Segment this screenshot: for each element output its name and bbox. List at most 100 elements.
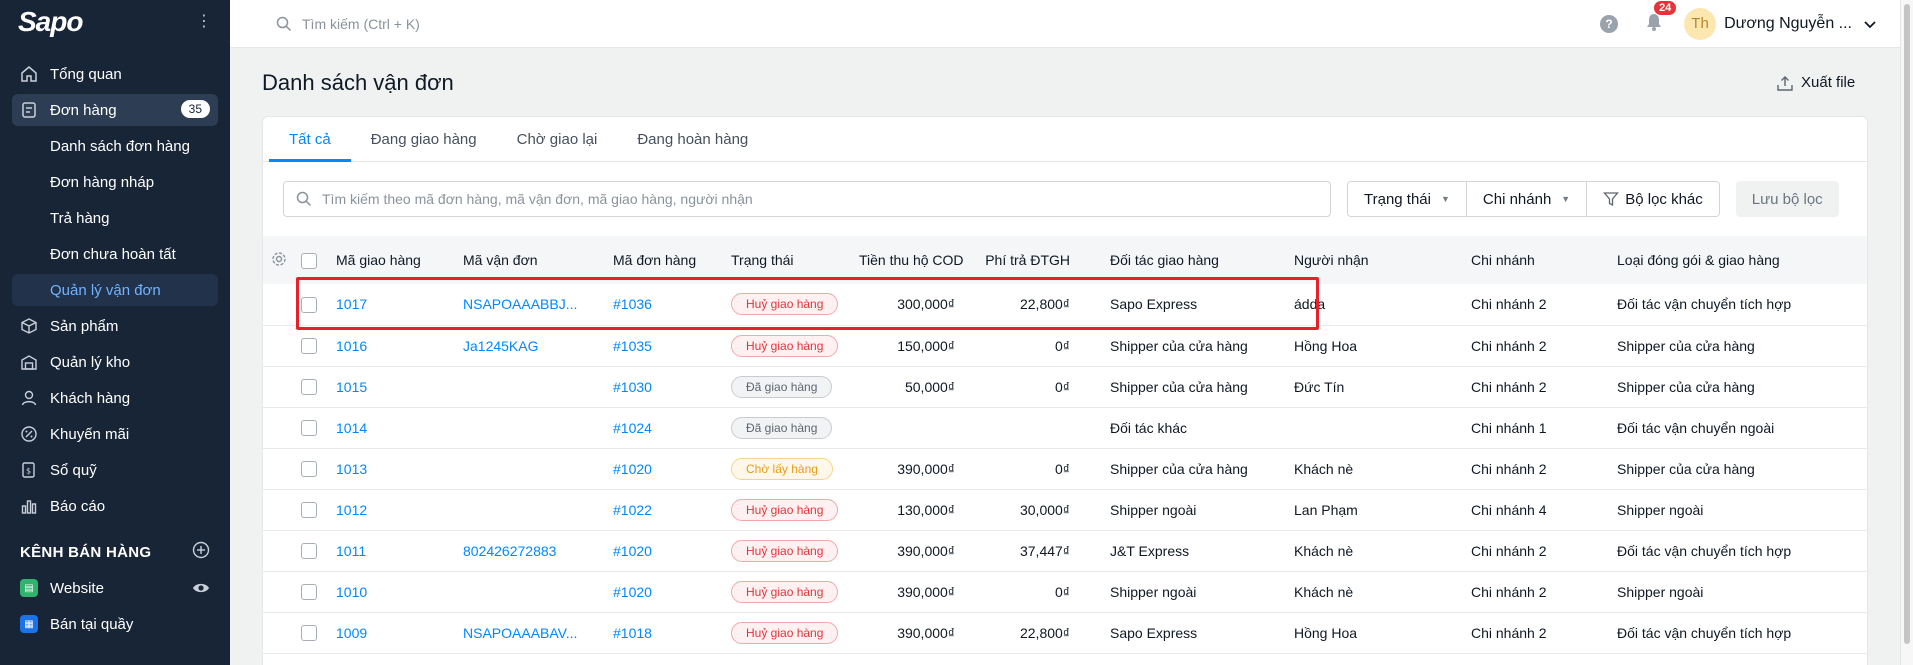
table-row[interactable]: 1013 #1020 Chờ lấy hàng 390,000₫ 0₫ Shipper c… — [263, 448, 1867, 490]
waybill-link[interactable] — [455, 489, 605, 531]
row-checkbox[interactable] — [301, 338, 317, 355]
sidebar-item-label: Khuyến mãi — [50, 425, 130, 443]
shipping-code-link[interactable]: 1017 — [328, 284, 455, 326]
column-header-fee[interactable]: Phí trả ĐTGH — [963, 236, 1078, 284]
sidebar-subitem-draft-orders[interactable]: Đơn hàng nháp — [12, 166, 218, 198]
order-code-link[interactable]: #1020 — [605, 448, 723, 490]
table-row[interactable]: 1012 #1022 Huỷ giao hàng 130,000₫ 30,000₫ Shi… — [263, 489, 1867, 531]
sidebar-item-cashbook[interactable]: $ Sổ quỹ — [12, 454, 218, 486]
tab-awaiting-redelivery[interactable]: Chờ giao lại — [497, 131, 618, 161]
sidebar-channel-pos[interactable]: ▦ Bán tại quầy — [12, 608, 218, 640]
row-checkbox[interactable] — [301, 502, 317, 519]
order-code-link[interactable]: #1020 — [605, 530, 723, 572]
row-checkbox[interactable] — [301, 543, 317, 560]
column-header-status[interactable]: Trạng thái — [723, 236, 851, 284]
column-header-partner[interactable]: Đối tác giao hàng — [1078, 236, 1278, 284]
row-checkbox[interactable] — [301, 296, 317, 313]
waybill-link[interactable]: 802426272883 — [455, 530, 605, 572]
avatar[interactable]: Th — [1684, 7, 1717, 40]
sidebar-subitem-returns[interactable]: Trả hàng — [12, 202, 218, 234]
tab-returning[interactable]: Đang hoàn hàng — [617, 131, 768, 161]
notifications-button[interactable]: 24 — [1646, 1, 1677, 34]
waybill-link[interactable] — [455, 571, 605, 613]
shipping-code-link[interactable]: 1016 — [328, 325, 455, 367]
report-icon — [20, 497, 38, 515]
table-row[interactable]: 1011 802426272883 #1020 Huỷ giao hàng 390,00… — [263, 530, 1867, 572]
global-search[interactable]: Tìm kiếm (Ctrl + K) — [276, 16, 420, 32]
shipment-search-input[interactable]: Tìm kiếm theo mã đơn hàng, mã vận đơn, m… — [283, 181, 1331, 217]
table-row[interactable]: 1016 Ja1245KAG #1035 Huỷ giao hàng 150,000₫ 0… — [263, 325, 1867, 367]
waybill-link[interactable] — [455, 407, 605, 449]
column-header-shipping-code[interactable]: Mã giao hàng — [328, 236, 455, 284]
table-row[interactable]: 1010 #1020 Huỷ giao hàng 390,000₫ 0₫ Shipper … — [263, 571, 1867, 613]
more-vertical-icon[interactable]: ⋮ — [196, 14, 212, 30]
column-header-waybill[interactable]: Mã vận đơn — [455, 236, 605, 284]
tab-delivering[interactable]: Đang giao hàng — [351, 131, 497, 161]
sidebar-item-warehouse[interactable]: Quản lý kho — [12, 346, 218, 378]
shipping-code-link[interactable]: 1010 — [328, 571, 455, 613]
shipping-code-link[interactable]: 1014 — [328, 407, 455, 449]
table-row[interactable]: 1015 #1030 Đã giao hàng 50,000₫ 0₫ Shipper củ… — [263, 366, 1867, 408]
row-checkbox[interactable] — [301, 461, 317, 478]
shipping-code-link[interactable]: 1015 — [328, 366, 455, 408]
table-row[interactable]: 1009 NSAPOAAABAV... #1018 Huỷ giao hàng 390,… — [263, 612, 1867, 654]
row-checkbox[interactable] — [301, 420, 317, 437]
scrollbar-thumb[interactable] — [1904, 4, 1910, 644]
shipping-code-link[interactable]: 1009 — [328, 612, 455, 654]
shipping-code-link[interactable]: 1012 — [328, 489, 455, 531]
sidebar-channel-website[interactable]: ▤ Website — [12, 572, 218, 604]
row-checkbox[interactable] — [301, 379, 317, 396]
sidebar-item-products[interactable]: Sản phẩm — [12, 310, 218, 342]
sapo-logo[interactable]: Sapo — [18, 6, 83, 38]
waybill-link[interactable] — [455, 448, 605, 490]
sidebar-subitem-shipment-management[interactable]: Quản lý vận đơn — [12, 274, 218, 306]
waybill-link[interactable]: NSAPOAAABAV... — [455, 612, 605, 654]
sidebar-subitem-order-list[interactable]: Danh sách đơn hàng — [12, 130, 218, 162]
eye-icon[interactable] — [192, 579, 210, 601]
save-filter-button[interactable]: Lưu bộ lọc — [1735, 181, 1839, 217]
sidebar-subitem-incomplete-orders[interactable]: Đơn chưa hoàn tất — [12, 238, 218, 270]
export-file-button[interactable]: Xuất file — [1777, 74, 1855, 91]
order-code-link[interactable]: #1030 — [605, 366, 723, 408]
order-code-link[interactable]: #1035 — [605, 325, 723, 367]
sidebar-item-orders[interactable]: Đơn hàng 35 — [12, 94, 218, 126]
other-filters-button[interactable]: Bộ lọc khác — [1587, 182, 1719, 216]
sidebar-item-promotions[interactable]: Khuyến mãi — [12, 418, 218, 450]
sidebar-item-overview[interactable]: Tổng quan — [12, 58, 218, 90]
user-name[interactable]: Dương Nguyễn ... — [1724, 15, 1852, 33]
order-code-link[interactable]: #1024 — [605, 407, 723, 449]
chevron-down-icon[interactable] — [1864, 16, 1876, 32]
waybill-link[interactable]: NSAPOAAABBJ... — [455, 284, 605, 326]
export-file-label: Xuất file — [1801, 74, 1856, 91]
help-icon[interactable]: ? — [1600, 14, 1619, 33]
column-header-packaging[interactable]: Loại đóng gói & giao hàng — [1609, 236, 1867, 284]
gear-icon[interactable] — [271, 251, 287, 267]
sidebar-item-customers[interactable]: Khách hàng — [12, 382, 218, 414]
tab-all[interactable]: Tất cả — [269, 131, 351, 162]
column-header-receiver[interactable]: Người nhận — [1278, 236, 1463, 284]
order-code-link[interactable]: #1020 — [605, 571, 723, 613]
sidebar-item-reports[interactable]: Báo cáo — [12, 490, 218, 522]
waybill-link[interactable] — [455, 366, 605, 408]
column-header-branch[interactable]: Chi nhánh — [1463, 236, 1609, 284]
column-header-order-code[interactable]: Mã đơn hàng — [605, 236, 723, 284]
order-code-link[interactable]: #1022 — [605, 489, 723, 531]
delivery-partner: Sapo Express — [1078, 284, 1278, 326]
column-header-cod[interactable]: Tiền thu hộ COD — [851, 236, 964, 284]
branch-filter-dropdown[interactable]: Chi nhánh ▼ — [1467, 182, 1588, 216]
status-filter-label: Trạng thái — [1364, 190, 1431, 208]
shipping-code-link[interactable]: 1013 — [328, 448, 455, 490]
table-row[interactable]: 1014 #1024 Đã giao hàng Đối tác khác Chi nhá… — [263, 407, 1867, 449]
status-filter-dropdown[interactable]: Trạng thái ▼ — [1348, 182, 1467, 216]
table-row[interactable]: 1017 NSAPOAAABBJ... #1036 Huỷ giao hàng 300,… — [263, 284, 1867, 326]
select-all-checkbox[interactable] — [301, 252, 317, 269]
delivery-partner: Shipper của cửa hàng — [1078, 366, 1278, 408]
row-checkbox[interactable] — [301, 584, 317, 601]
page-scrollbar[interactable] — [1900, 0, 1913, 665]
waybill-link[interactable]: Ja1245KAG — [455, 325, 605, 367]
order-code-link[interactable]: #1036 — [605, 284, 723, 326]
shipping-code-link[interactable]: 1011 — [328, 530, 455, 572]
order-code-link[interactable]: #1018 — [605, 612, 723, 654]
add-channel-icon[interactable] — [192, 541, 210, 563]
row-checkbox[interactable] — [301, 625, 317, 642]
